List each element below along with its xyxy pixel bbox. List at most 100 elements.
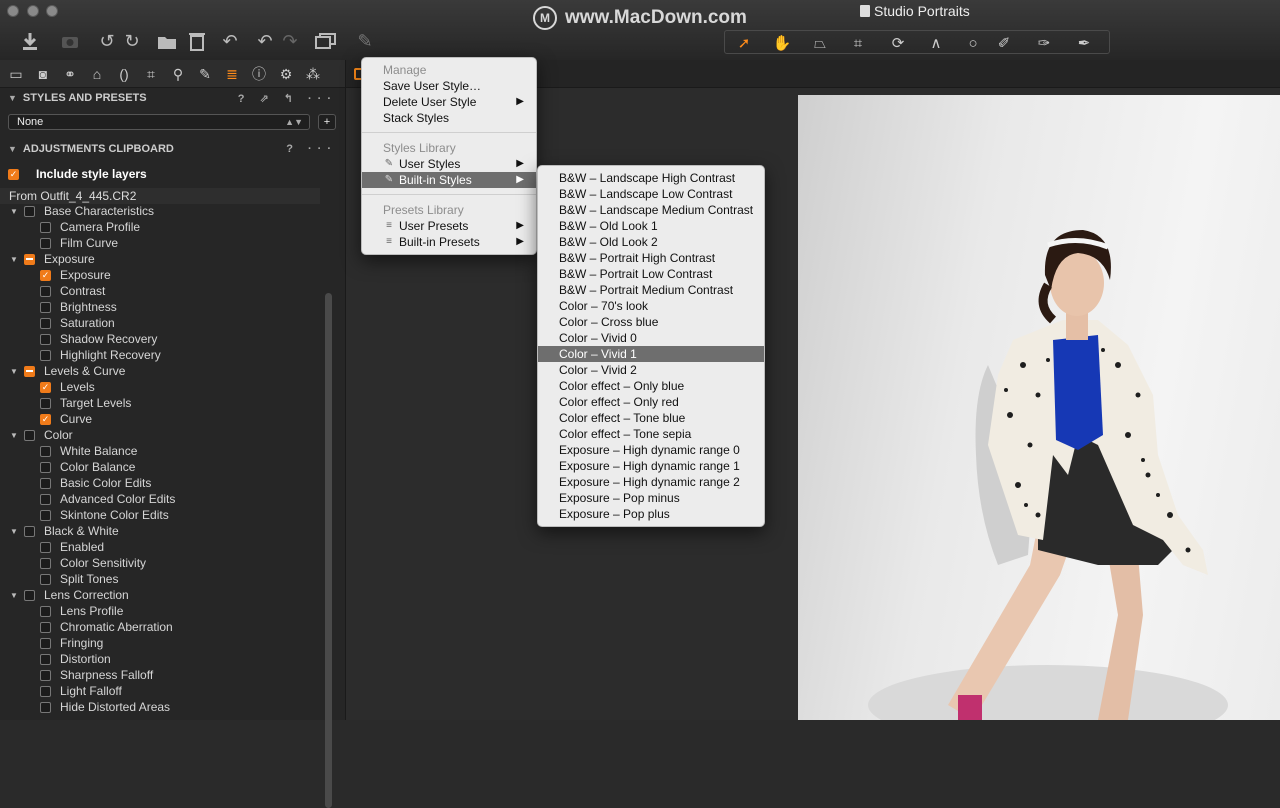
tree-item[interactable]: Film Curve [0, 235, 320, 251]
pan-icon[interactable]: ✋ [767, 33, 797, 53]
erase-mask-icon[interactable]: ✑ [1029, 33, 1059, 53]
builtin-style-item[interactable]: Color – Cross blue [538, 314, 764, 330]
builtin-style-item[interactable]: B&W – Landscape Low Contrast [538, 186, 764, 202]
item-checkbox[interactable] [40, 477, 51, 489]
item-checkbox[interactable] [40, 445, 51, 457]
builtin-style-item[interactable]: Exposure – High dynamic range 0 [538, 442, 764, 458]
tree-group[interactable]: ▼ Levels & Curve [0, 363, 320, 379]
item-checkbox[interactable] [40, 605, 51, 617]
tree-item[interactable]: ✓ Curve [0, 411, 320, 427]
lens-icon[interactable]: () [114, 64, 134, 84]
tree-group[interactable]: ▼ Lens Correction [0, 587, 320, 603]
user-presets-item[interactable]: ≡ User Presets ▶ [362, 218, 536, 234]
camera-icon[interactable] [59, 30, 81, 52]
builtin-style-item[interactable]: B&W – Landscape Medium Contrast [538, 202, 764, 218]
item-checkbox[interactable]: ✓ [40, 269, 51, 281]
rotate-left-icon[interactable]: ↺ [96, 30, 118, 52]
builtin-style-item[interactable]: Exposure – Pop plus [538, 506, 764, 522]
collapse-triangle-icon[interactable]: ▼ [8, 144, 17, 154]
tree-group[interactable]: ▼ Exposure [0, 251, 320, 267]
tree-item[interactable]: ✓ Levels [0, 379, 320, 395]
item-checkbox[interactable] [40, 573, 51, 585]
tree-item[interactable]: Color Sensitivity [0, 555, 320, 571]
crop-icon[interactable]: ⌗ [843, 33, 873, 53]
undo-step-icon[interactable]: ↶ [254, 30, 276, 52]
styles-presets-header[interactable]: ▼ STYLES AND PRESETS ? ⇗ ↰ ··· [0, 88, 345, 108]
disclosure-triangle-icon[interactable]: ▼ [8, 527, 20, 536]
details-icon[interactable]: ⚲ [168, 64, 188, 84]
tree-item[interactable]: Color Balance [0, 459, 320, 475]
batch-icon[interactable]: ⁂ [303, 64, 323, 84]
builtin-style-item[interactable]: Exposure – High dynamic range 2 [538, 474, 764, 490]
item-checkbox[interactable] [40, 397, 51, 409]
builtin-style-item[interactable]: Exposure – High dynamic range 1 [538, 458, 764, 474]
rotate-icon[interactable]: ⟳ [883, 33, 913, 53]
item-checkbox[interactable] [40, 285, 51, 297]
builtin-style-item[interactable]: B&W – Old Look 2 [538, 234, 764, 250]
panel-header-icons[interactable]: ? ⇗ ↰ ··· [238, 92, 337, 105]
tree-item[interactable]: Fringing [0, 635, 320, 651]
item-checkbox[interactable] [40, 461, 51, 473]
import-icon[interactable] [19, 30, 41, 52]
group-checkbox[interactable] [24, 205, 35, 217]
minimize-window-button[interactable] [27, 5, 39, 17]
builtin-presets-item[interactable]: ≡ Built-in Presets ▶ [362, 234, 536, 250]
keystone-icon[interactable]: ⏢ [805, 33, 835, 53]
item-checkbox[interactable] [40, 557, 51, 569]
builtin-style-item[interactable]: Color effect – Tone blue [538, 410, 764, 426]
tree-item[interactable]: Skintone Color Edits [0, 507, 320, 523]
builtin-style-item[interactable]: Color – Vivid 0 [538, 330, 764, 346]
tree-item[interactable]: Shadow Recovery [0, 331, 320, 347]
group-checkbox[interactable] [24, 253, 35, 265]
builtin-style-item[interactable]: Color – Vivid 2 [538, 362, 764, 378]
disclosure-triangle-icon[interactable]: ▼ [8, 591, 20, 600]
panel-scrollbar[interactable] [325, 293, 332, 808]
tree-item[interactable]: Chromatic Aberration [0, 619, 320, 635]
tree-item[interactable]: Split Tones [0, 571, 320, 587]
add-style-button[interactable]: + [318, 114, 336, 130]
delete-user-style-item[interactable]: Delete User Style ▶ [362, 94, 536, 110]
disclosure-triangle-icon[interactable]: ▼ [8, 431, 20, 440]
trash-icon[interactable] [186, 30, 208, 52]
tree-item[interactable]: Hide Distorted Areas [0, 699, 320, 715]
color-icon[interactable]: ⚭ [60, 64, 80, 84]
adjustments-icon[interactable]: ✎ [195, 64, 215, 84]
metadata-icon[interactable]: ⓘ [249, 64, 269, 84]
folder-icon[interactable]: ▭ [6, 64, 26, 84]
item-checkbox[interactable] [40, 301, 51, 313]
adjustments-clipboard-header[interactable]: ▼ ADJUSTMENTS CLIPBOARD ? ··· [0, 139, 345, 159]
tree-item[interactable]: Lens Profile [0, 603, 320, 619]
item-checkbox[interactable] [40, 237, 51, 249]
disclosure-triangle-icon[interactable]: ▼ [8, 255, 20, 264]
settings-icon[interactable]: ⚙ [276, 64, 296, 84]
item-checkbox[interactable] [40, 685, 51, 697]
builtin-style-item[interactable]: Color effect – Only red [538, 394, 764, 410]
group-checkbox[interactable] [24, 589, 35, 601]
draw-mask-icon[interactable]: ✐ [989, 33, 1019, 53]
styles-select[interactable]: None ▲▼ [8, 114, 310, 130]
tree-item[interactable]: Saturation [0, 315, 320, 331]
item-checkbox[interactable] [40, 333, 51, 345]
builtin-style-item[interactable]: B&W – Portrait Medium Contrast [538, 282, 764, 298]
redo-icon[interactable]: ↷ [279, 30, 301, 52]
exposure-icon[interactable]: ⌂ [87, 64, 107, 84]
item-checkbox[interactable] [40, 653, 51, 665]
group-checkbox[interactable] [24, 525, 35, 537]
builtin-style-item[interactable]: B&W – Portrait High Contrast [538, 250, 764, 266]
item-checkbox[interactable] [40, 701, 51, 713]
builtin-style-item[interactable]: Color – 70's look [538, 298, 764, 314]
item-checkbox[interactable] [40, 509, 51, 521]
tree-group[interactable]: ▼ Color [0, 427, 320, 443]
close-window-button[interactable] [7, 5, 19, 17]
save-user-style-item[interactable]: Save User Style… [362, 78, 536, 94]
item-checkbox[interactable]: ✓ [40, 381, 51, 393]
tree-item[interactable]: Basic Color Edits [0, 475, 320, 491]
item-checkbox[interactable]: ✓ [40, 413, 51, 425]
user-styles-item[interactable]: ✎ User Styles ▶ [362, 156, 536, 172]
include-style-layers-checkbox[interactable]: ✓ [8, 168, 19, 180]
styles-icon[interactable]: ≣ [222, 64, 242, 84]
item-checkbox[interactable] [40, 493, 51, 505]
collapse-triangle-icon[interactable]: ▼ [8, 93, 17, 103]
item-checkbox[interactable] [40, 637, 51, 649]
disclosure-triangle-icon[interactable]: ▼ [8, 367, 20, 376]
